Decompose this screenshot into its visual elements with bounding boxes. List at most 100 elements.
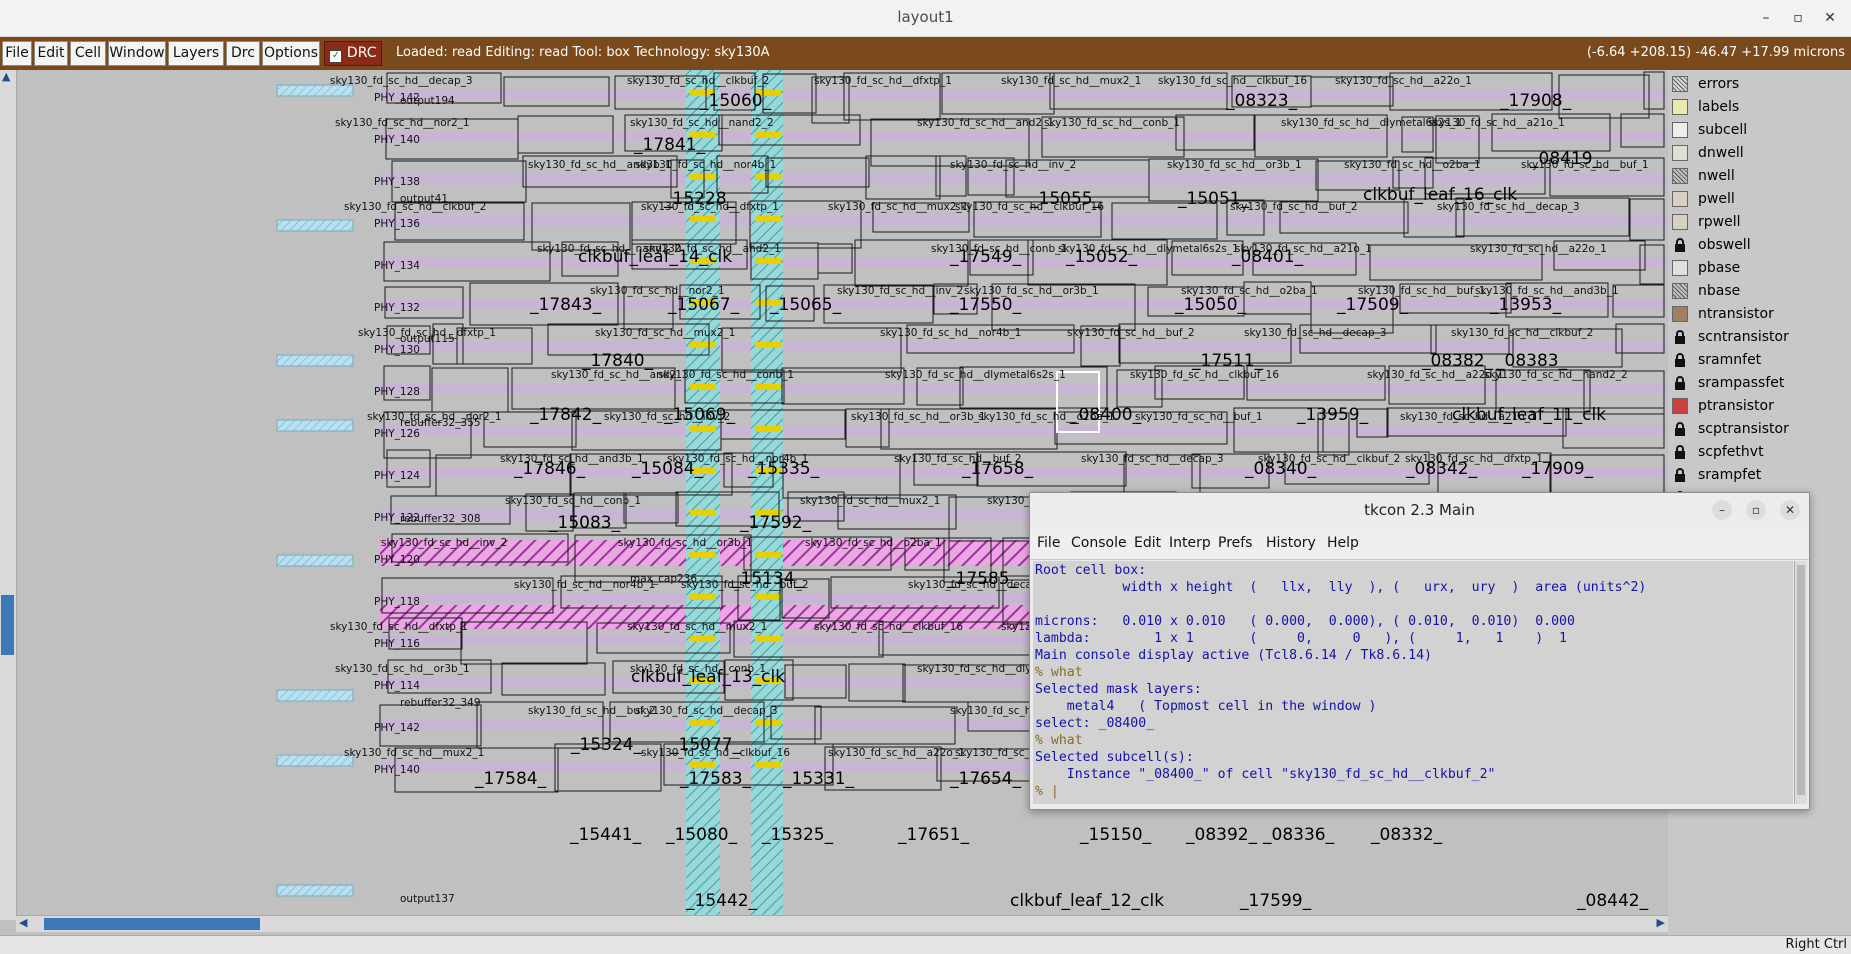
phy-label: PHY_140 bbox=[374, 764, 420, 776]
instance-label: _17550_ bbox=[949, 295, 1022, 315]
instance-label: _17842_ bbox=[529, 405, 602, 425]
layer-item-scptransistor[interactable]: scptransistor bbox=[1672, 418, 1851, 441]
layer-item-ptransistor[interactable]: ptransistor bbox=[1672, 395, 1851, 418]
instance-label: _08442_ bbox=[1576, 891, 1649, 911]
instance-label: clkbuf_leaf_14_clk bbox=[578, 247, 732, 267]
layer-item-pbase[interactable]: pbase bbox=[1672, 257, 1851, 280]
magic-menubar: File Edit Cell Window Layers Drc Options… bbox=[0, 37, 1851, 70]
instance-label: _08336_ bbox=[1262, 825, 1335, 845]
menu-file[interactable]: File bbox=[2, 41, 32, 66]
cell-type-label: sky130_fd_sc_hd__decap_3 bbox=[635, 705, 778, 717]
minimize-icon[interactable]: – bbox=[1756, 8, 1776, 28]
layer-item-obswell[interactable]: obswell bbox=[1672, 234, 1851, 257]
layer-item-srampfet[interactable]: srampfet bbox=[1672, 464, 1851, 487]
horizontal-scroll-thumb[interactable] bbox=[44, 918, 260, 930]
layer-item-subcell[interactable]: subcell bbox=[1672, 119, 1851, 142]
via-marker bbox=[690, 636, 716, 642]
menu-window[interactable]: Window bbox=[108, 41, 166, 66]
instance-label: _08323_ bbox=[1225, 91, 1298, 111]
drc-toggle[interactable]: ✓ DRC bbox=[324, 41, 382, 66]
tkcon-maximize-icon[interactable]: ▫ bbox=[1746, 500, 1766, 520]
tkcon-close-icon[interactable]: ✕ bbox=[1780, 500, 1800, 520]
color-swatch-icon bbox=[1672, 145, 1688, 161]
scroll-right-icon[interactable]: ▶ bbox=[1657, 916, 1665, 929]
tkcon-window[interactable]: tkcon 2.3 Main – ▫ ✕ File Console Edit I… bbox=[1029, 492, 1810, 810]
tkcon-menu-file[interactable]: File bbox=[1037, 535, 1060, 551]
layer-name: pbase bbox=[1698, 260, 1741, 276]
horizontal-scrollbar[interactable]: ◀ ▶ bbox=[16, 915, 1668, 932]
layer-item-scpfethvt[interactable]: scpfethvt bbox=[1672, 441, 1851, 464]
via-marker bbox=[755, 594, 781, 600]
instance-label: _15050_ bbox=[1174, 295, 1247, 315]
instance-label: _15052_ bbox=[1065, 247, 1138, 267]
instance-label: _17843_ bbox=[529, 295, 602, 315]
layer-item-srampassfet[interactable]: srampassfet bbox=[1672, 372, 1851, 395]
instance-label: _15442_ bbox=[685, 891, 758, 911]
console-line: select: _08400_ bbox=[1035, 716, 1155, 731]
tkcon-scroll-thumb[interactable] bbox=[1797, 565, 1805, 795]
cell-type-label: sky130_fd_sc_hd__inv_2 bbox=[381, 537, 507, 549]
net-label: rebuffer32_308 bbox=[400, 513, 481, 525]
instance-label: _08332_ bbox=[1370, 825, 1443, 845]
vertical-scroll-thumb[interactable] bbox=[1, 595, 14, 655]
phy-label: PHY_126 bbox=[374, 428, 420, 440]
layer-item-ntransistor[interactable]: ntransistor bbox=[1672, 303, 1851, 326]
cell-type-label: sky130_fd_sc_hd__clkbuf_2 bbox=[1451, 327, 1593, 339]
menu-drc[interactable]: Drc bbox=[226, 41, 260, 66]
maximize-icon[interactable]: ▫ bbox=[1788, 8, 1808, 28]
vertical-scrollbar[interactable]: ▲ bbox=[0, 70, 17, 920]
io-pin bbox=[276, 689, 354, 702]
tkcon-titlebar[interactable]: tkcon 2.3 Main – ▫ ✕ bbox=[1030, 493, 1809, 527]
tkcon-menu-prefs[interactable]: Prefs bbox=[1218, 535, 1252, 551]
layer-name: ntransistor bbox=[1698, 306, 1774, 322]
window-titlebar: layout1 – ▫ ✕ bbox=[0, 0, 1851, 37]
layer-item-pwell[interactable]: pwell bbox=[1672, 188, 1851, 211]
console-input-line[interactable]: % | bbox=[1035, 784, 1059, 799]
menu-edit[interactable]: Edit bbox=[34, 41, 68, 66]
layer-item-nbase[interactable]: nbase bbox=[1672, 280, 1851, 303]
tkcon-menu-help[interactable]: Help bbox=[1327, 535, 1359, 551]
scroll-left-icon[interactable]: ◀ bbox=[19, 916, 27, 929]
tkcon-menu-edit[interactable]: Edit bbox=[1134, 535, 1161, 551]
instance-label: _17585_ bbox=[946, 569, 1019, 589]
cell-type-label: sky130_fd_sc_hd__nor2_1 bbox=[335, 117, 470, 129]
cell-type-label: sky130_fd_sc_hd__and2_1 bbox=[917, 117, 1054, 129]
close-icon[interactable]: ✕ bbox=[1820, 8, 1840, 28]
power-rail bbox=[380, 258, 1668, 267]
layer-item-scntransistor[interactable]: scntransistor bbox=[1672, 326, 1851, 349]
power-rail bbox=[380, 216, 1668, 225]
layer-item-nwell[interactable]: nwell bbox=[1672, 165, 1851, 188]
layer-item-dnwell[interactable]: dnwell bbox=[1672, 142, 1851, 165]
phy-label: PHY_128 bbox=[374, 386, 420, 398]
tkcon-scrollbar[interactable] bbox=[1794, 561, 1807, 804]
menu-layers[interactable]: Layers bbox=[168, 41, 224, 66]
lock-icon bbox=[1672, 421, 1688, 437]
layer-item-errors[interactable]: errors bbox=[1672, 73, 1851, 96]
tkcon-console-text[interactable]: Root cell box: width x height ( llx, lly… bbox=[1033, 561, 1793, 804]
tkcon-menu-history[interactable]: History bbox=[1266, 535, 1316, 551]
cell-type-label: sky130_fd_sc_hd__conb_1 bbox=[505, 495, 641, 507]
layer-item-rpwell[interactable]: rpwell bbox=[1672, 211, 1851, 234]
net-label: max_cap236 bbox=[630, 573, 697, 585]
net-label: rebuffer32_349 bbox=[400, 697, 481, 709]
instance-label: _15134_ bbox=[731, 569, 804, 589]
scroll-up-icon[interactable]: ▲ bbox=[2, 70, 10, 83]
console-line: Main console display active (Tcl8.6.14 /… bbox=[1035, 648, 1432, 663]
menu-cell[interactable]: Cell bbox=[70, 41, 106, 66]
io-pin bbox=[276, 884, 354, 897]
cell-type-label: sky130_fd_sc_hd__or3b_1 bbox=[335, 663, 470, 675]
via-marker bbox=[690, 594, 716, 600]
tkcon-minimize-icon[interactable]: – bbox=[1712, 500, 1732, 520]
instance-label: _08342_ bbox=[1405, 459, 1478, 479]
checkbox-icon: ✓ bbox=[329, 50, 343, 63]
cell-type-label: sky130_fd_sc_hd__mux2_1 bbox=[595, 327, 735, 339]
hatch-swatch-icon bbox=[1672, 168, 1688, 184]
tkcon-menu-interp[interactable]: Interp bbox=[1169, 535, 1211, 551]
instance-label: _17909_ bbox=[1521, 459, 1594, 479]
tkcon-menu-console[interactable]: Console bbox=[1071, 535, 1127, 551]
instance-label: _15083_ bbox=[548, 513, 621, 533]
host-key-label: Right Ctrl bbox=[1785, 937, 1848, 952]
layer-item-labels[interactable]: labels bbox=[1672, 96, 1851, 119]
menu-options[interactable]: Options bbox=[262, 41, 320, 66]
layer-item-sramnfet[interactable]: sramnfet bbox=[1672, 349, 1851, 372]
